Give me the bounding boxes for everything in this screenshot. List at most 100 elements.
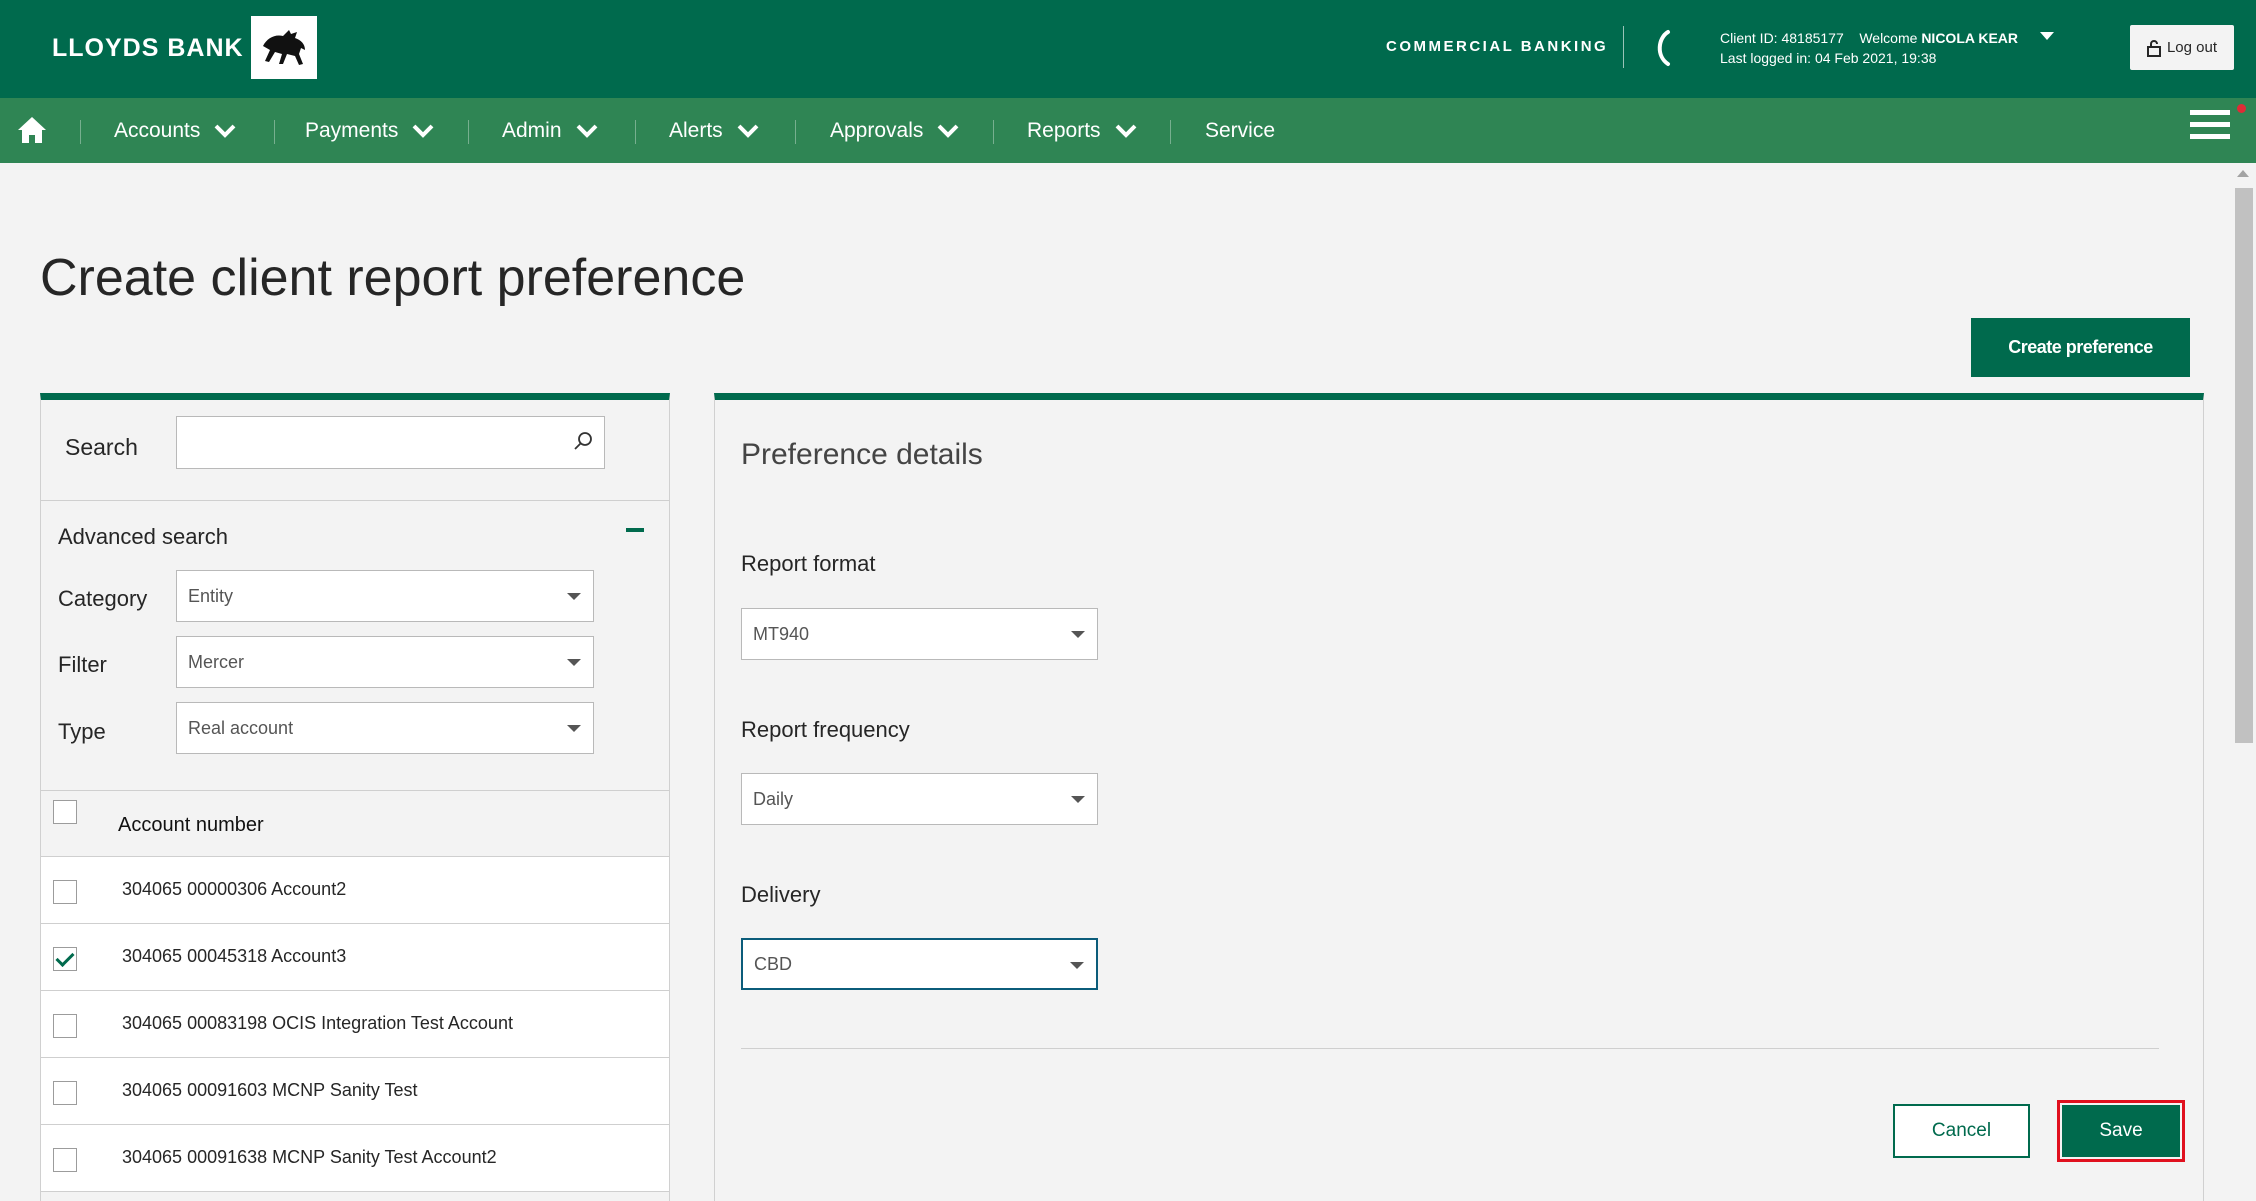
preference-details-title: Preference details: [741, 438, 983, 471]
account-row[interactable]: 304065 00083198 OCIS Integration Test Ac…: [41, 991, 669, 1058]
home-icon[interactable]: [16, 114, 48, 146]
account-checkbox[interactable]: [53, 1148, 77, 1172]
account-checkbox[interactable]: [53, 1014, 77, 1038]
nav-payments[interactable]: Payments: [305, 98, 434, 163]
account-label: 304065 00091603 MCNP Sanity Test: [122, 1080, 418, 1100]
account-checkbox-checked[interactable]: [53, 947, 77, 971]
report-frequency-label: Report frequency: [741, 717, 910, 742]
chevron-down-icon: [1115, 124, 1136, 138]
cancel-button[interactable]: Cancel: [1893, 1104, 2030, 1158]
divider: [741, 1048, 2159, 1049]
filter-label: Filter: [58, 652, 107, 677]
type-select[interactable]: Real account: [176, 702, 594, 754]
category-select[interactable]: Entity: [176, 570, 594, 622]
account-row[interactable]: 304065 00000306 Account2: [41, 857, 669, 924]
chevron-down-icon: [737, 124, 759, 138]
save-button-highlight[interactable]: Save: [2057, 1100, 2185, 1162]
nav-separator: [795, 120, 796, 144]
nav-separator: [274, 120, 275, 144]
brand-name: LLOYDS BANK: [52, 34, 244, 62]
nav-separator: [635, 120, 636, 144]
type-label: Type: [58, 719, 106, 744]
caret-down-icon: [1071, 631, 1085, 638]
select-all-checkbox[interactable]: [53, 800, 77, 824]
filter-value: Mercer: [188, 651, 245, 672]
account-checkbox[interactable]: [53, 1081, 77, 1105]
nav-reports[interactable]: Reports: [1027, 98, 1137, 163]
user-name[interactable]: NICOLA KEAR: [1921, 30, 2018, 46]
black-horse-logo[interactable]: [251, 16, 317, 79]
logout-label: Log out: [2166, 39, 2218, 56]
report-format-label: Report format: [741, 551, 876, 576]
account-label: 304065 00083198 OCIS Integration Test Ac…: [122, 1013, 513, 1033]
nav-separator: [80, 120, 81, 144]
chevron-down-icon: [412, 124, 434, 138]
scrollbar-thumb[interactable]: [2235, 188, 2253, 743]
caret-down-icon: [1071, 796, 1085, 803]
account-row[interactable]: 304065 00091638 MCNP Sanity Test Account…: [41, 1125, 669, 1192]
filter-select[interactable]: Mercer: [176, 636, 594, 688]
caret-down-icon: [567, 725, 581, 732]
caret-down-icon: [567, 659, 581, 666]
account-row[interactable]: 304065 00045318 Account3: [41, 924, 669, 991]
notification-dot: [2237, 104, 2246, 113]
horse-icon: [263, 29, 305, 65]
top-header: LLOYDS BANK COMMERCIAL BANKING Client ID…: [0, 0, 2256, 98]
nav-service[interactable]: Service: [1205, 98, 1275, 163]
category-value: Entity: [188, 585, 234, 606]
client-id: Client ID: 48185177: [1720, 30, 1844, 46]
user-menu-caret-icon[interactable]: [2040, 32, 2054, 40]
report-format-value: MT940: [753, 623, 810, 644]
nav-service-label: Service: [1205, 118, 1276, 142]
search-label: Search: [65, 434, 138, 460]
search-icon[interactable]: [572, 430, 594, 452]
delivery-value: CBD: [754, 953, 793, 974]
category-label: Category: [58, 586, 148, 611]
collapse-minus-icon[interactable]: [626, 528, 644, 532]
divider: [41, 500, 669, 501]
report-frequency-value: Daily: [753, 788, 794, 809]
account-label: 304065 00045318 Account3: [122, 946, 347, 966]
nav-separator: [993, 120, 994, 144]
phone-icon[interactable]: [1652, 28, 1674, 68]
account-number-header: Account number: [118, 814, 264, 836]
account-label: 304065 00000306 Account2: [122, 879, 347, 899]
nav-approvals-label: Approvals: [830, 118, 924, 142]
nav-payments-label: Payments: [305, 118, 399, 142]
report-frequency-select[interactable]: Daily: [741, 773, 1098, 825]
nav-accounts-label: Accounts: [114, 118, 201, 142]
logout-button[interactable]: Log out: [2130, 25, 2234, 70]
account-row[interactable]: 304065 00091603 MCNP Sanity Test: [41, 1058, 669, 1125]
last-logged-in: Last logged in: 04 Feb 2021, 19:38: [1720, 50, 1937, 66]
delivery-select[interactable]: CBD: [741, 938, 1098, 990]
nav-admin[interactable]: Admin: [502, 98, 598, 163]
welcome-prefix: Welcome: [1859, 30, 1918, 46]
nav-alerts-label: Alerts: [669, 118, 723, 142]
create-preference-button[interactable]: Create preference: [1971, 318, 2190, 377]
caret-down-icon: [1070, 962, 1084, 969]
nav-separator: [468, 120, 469, 144]
advanced-search-label: Advanced search: [58, 524, 228, 549]
nav-alerts[interactable]: Alerts: [669, 98, 759, 163]
preference-details-panel: Preference details Report format MT940 R…: [714, 393, 2204, 1201]
caret-down-icon: [567, 593, 581, 600]
save-button[interactable]: Save: [2062, 1105, 2180, 1157]
chevron-down-icon: [214, 124, 236, 138]
scroll-up-arrow-icon[interactable]: [2237, 170, 2249, 177]
report-format-select[interactable]: MT940: [741, 608, 1098, 660]
main-nav: Accounts Payments Admin Alerts Approvals…: [0, 98, 2256, 163]
nav-approvals[interactable]: Approvals: [830, 98, 959, 163]
chevron-down-icon: [937, 124, 959, 138]
hamburger-menu-icon[interactable]: [2190, 110, 2230, 144]
account-checkbox[interactable]: [53, 880, 77, 904]
account-search-panel: Search Advanced search Category Entity F…: [40, 393, 670, 1201]
nav-separator: [1170, 120, 1171, 144]
nav-accounts[interactable]: Accounts: [114, 98, 236, 163]
search-input[interactable]: [176, 416, 605, 469]
chevron-down-icon: [576, 124, 597, 138]
nav-admin-label: Admin: [502, 118, 562, 142]
account-label: 304065 00091638 MCNP Sanity Test Account…: [122, 1147, 497, 1167]
commercial-banking-label: COMMERCIAL BANKING: [1386, 38, 1609, 55]
client-info: Client ID: 48185177 Welcome NICOLA KEAR …: [1720, 28, 2018, 68]
padlock-icon: [2146, 39, 2161, 57]
